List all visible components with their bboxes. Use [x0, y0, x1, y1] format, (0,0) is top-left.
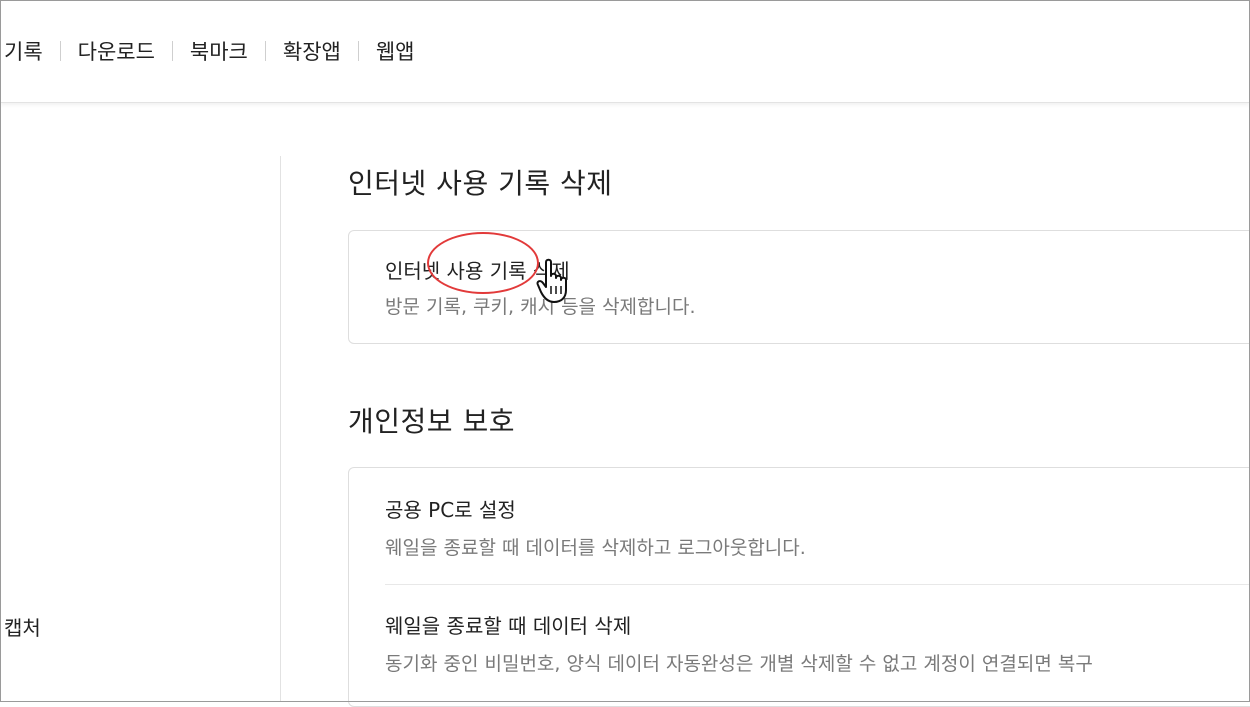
- nav-bookmarks[interactable]: 북마크: [190, 36, 248, 66]
- nav-separator: [171, 41, 173, 61]
- highlight-circle: [427, 232, 539, 294]
- sidebar: [0, 104, 280, 702]
- clear-on-exit-desc: 동기화 중인 비밀번호, 양식 데이터 자동완성은 개별 삭제할 수 없고 계정…: [385, 653, 1093, 675]
- nav-separator: [264, 41, 266, 61]
- nav-separator: [59, 41, 61, 61]
- clear-on-exit-row[interactable]: 웨일을 종료할 때 데이터 삭제 동기화 중인 비밀번호, 양식 데이터 자동완…: [385, 610, 1093, 676]
- nav-history[interactable]: 기록: [4, 36, 43, 66]
- clear-on-exit-title: 웨일을 종료할 때 데이터 삭제: [385, 614, 632, 638]
- public-pc-desc: 웨일을 종료할 때 데이터를 삭제하고 로그아웃합니다.: [385, 537, 806, 559]
- nav-webapps[interactable]: 웹앱: [376, 36, 415, 66]
- public-pc-row[interactable]: 공용 PC로 설정 웨일을 종료할 때 데이터를 삭제하고 로그아웃합니다.: [385, 494, 806, 560]
- row-divider: [385, 584, 1250, 585]
- nav-downloads[interactable]: 다운로드: [78, 36, 155, 66]
- sidebar-divider: [280, 156, 281, 702]
- top-nav: 기록 다운로드 북마크 확장앱 웹앱: [0, 0, 1250, 103]
- nav-separator: [357, 41, 359, 61]
- public-pc-title: 공용 PC로 설정: [385, 498, 516, 522]
- nav-extensions[interactable]: 확장앱: [283, 36, 341, 66]
- sidebar-item-capture[interactable]: 캡처: [4, 612, 41, 641]
- section-title-history: 인터넷 사용 기록 삭제: [348, 167, 613, 200]
- section-title-privacy: 개인정보 보호: [348, 405, 515, 438]
- privacy-card: 공용 PC로 설정 웨일을 종료할 때 데이터를 삭제하고 로그아웃합니다. 웨…: [348, 467, 1250, 707]
- hand-pointer-icon: [536, 258, 567, 303]
